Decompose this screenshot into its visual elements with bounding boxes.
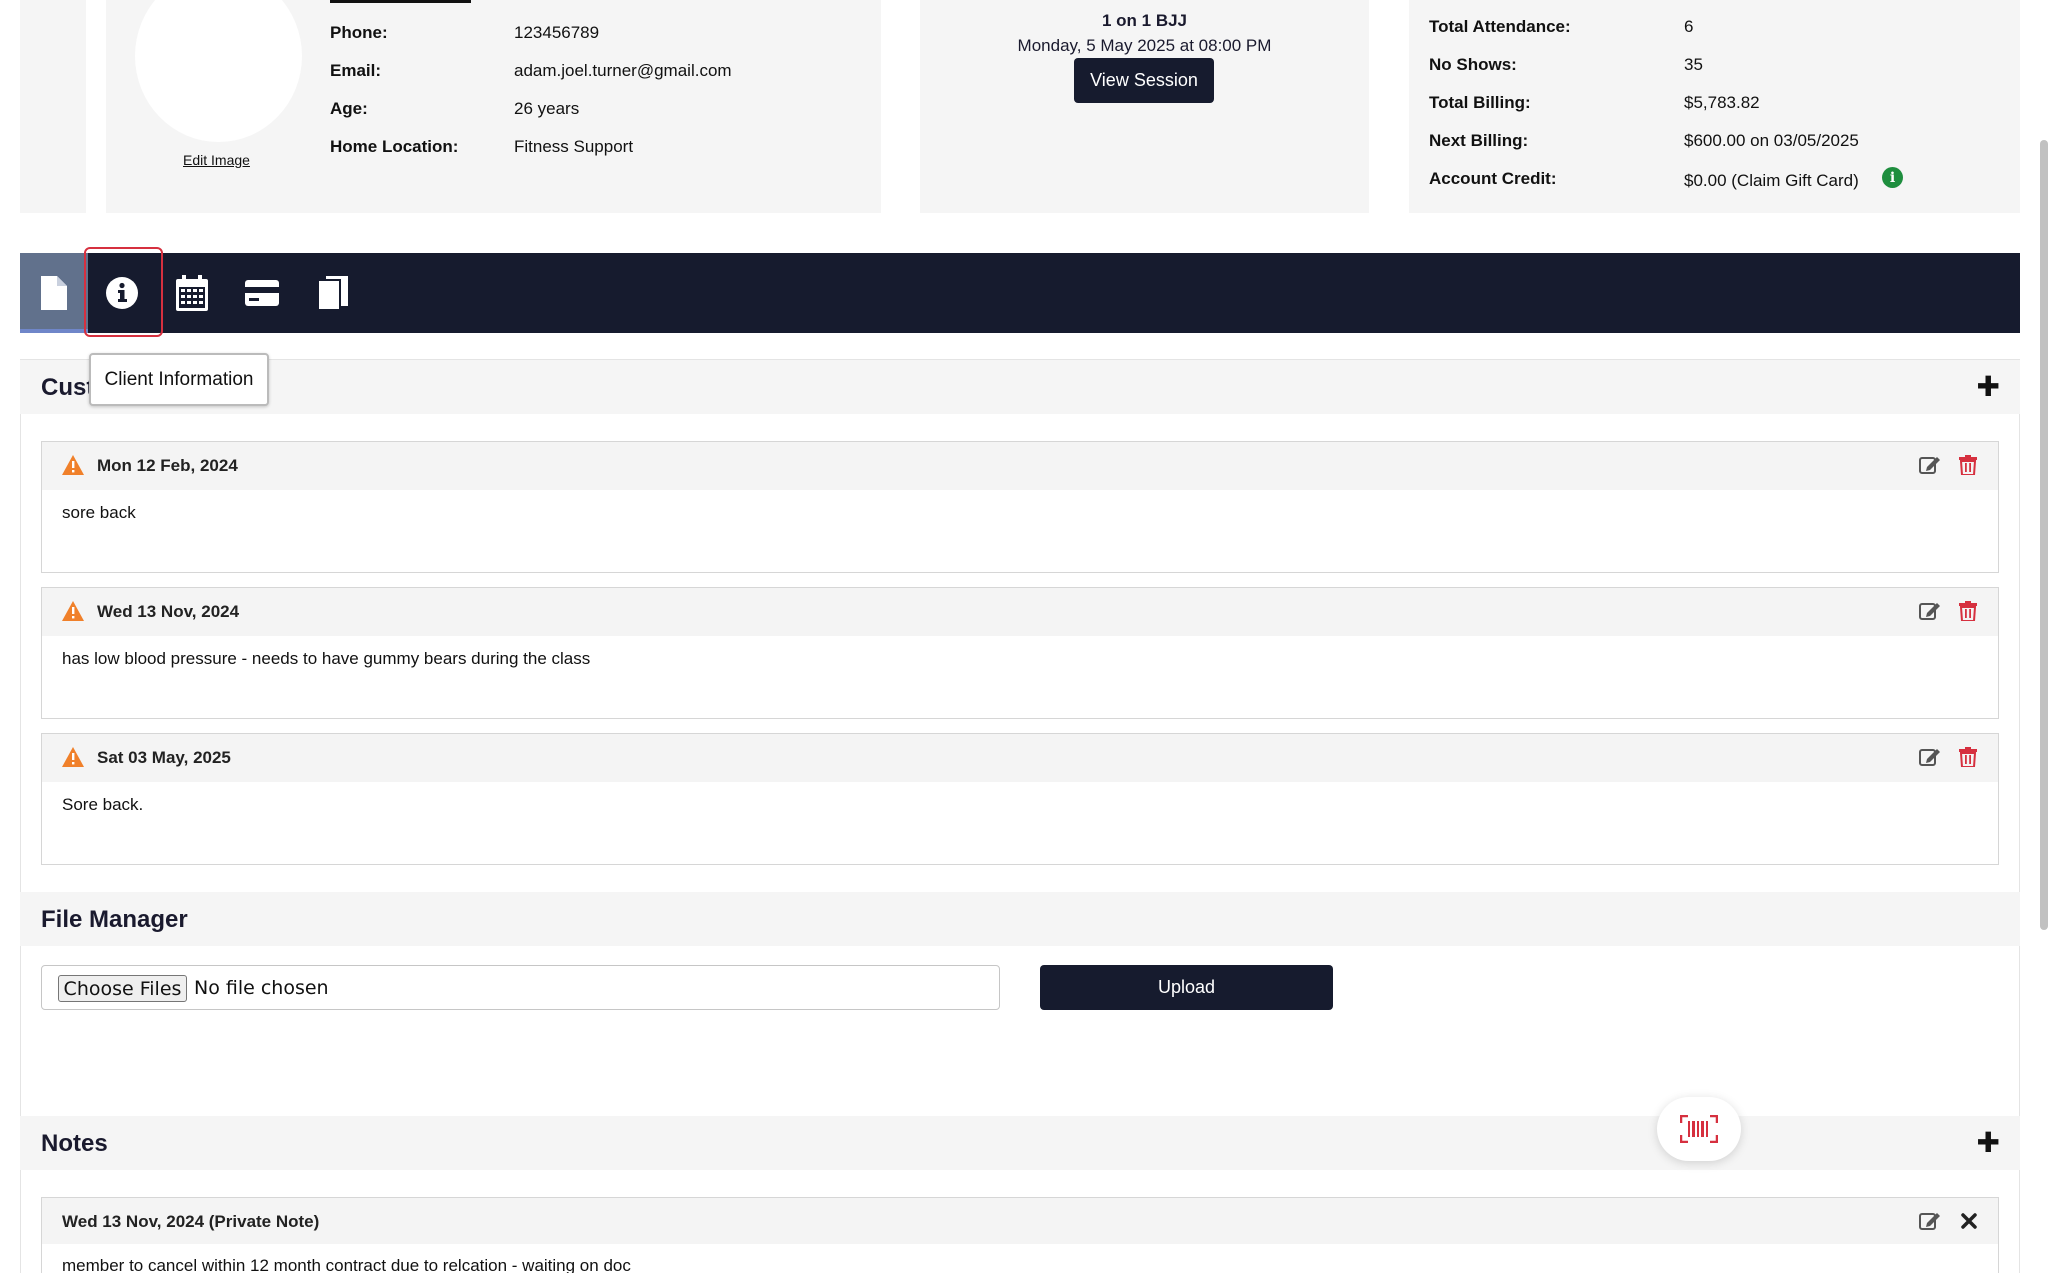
- upload-button[interactable]: Upload: [1040, 965, 1333, 1010]
- home-location-value: Fitness Support: [514, 137, 634, 156]
- next-billing-value: $600.00 on 03/05/2025: [1684, 131, 1859, 150]
- note-title: Wed 13 Nov, 2024 (Private Note): [62, 1212, 320, 1231]
- credit-card-icon: [245, 280, 279, 306]
- custom-note-header: Wed 13 Nov, 2024: [42, 588, 1998, 636]
- edit-icon[interactable]: [1919, 601, 1941, 621]
- view-session-button[interactable]: View Session: [1074, 58, 1214, 103]
- warning-icon: [62, 747, 84, 767]
- add-note-button[interactable]: ✚: [1977, 1129, 2000, 1157]
- tab-focus-highlight: [84, 247, 163, 337]
- trash-icon[interactable]: [1959, 455, 1977, 475]
- trash-icon[interactable]: [1959, 747, 1977, 767]
- note-text: member to cancel within 12 month contrac…: [62, 1256, 631, 1273]
- tab-documents[interactable]: [20, 253, 88, 333]
- note-header: Wed 13 Nov, 2024 (Private Note): [42, 1198, 1998, 1244]
- document-icon: [41, 276, 67, 310]
- custom-note-text: has low blood pressure - needs to have g…: [62, 649, 591, 668]
- account-credit-label: Account Credit:: [1429, 169, 1557, 188]
- email-label: Email:: [330, 61, 382, 80]
- client-tab-bar: [20, 253, 2020, 333]
- account-credit-value[interactable]: $0.00 (Claim Gift Card): [1684, 171, 1859, 191]
- custom-note-card: Wed 13 Nov, 2024 has low blood pressure …: [41, 587, 1999, 719]
- calendar-icon: [176, 275, 208, 311]
- choose-files-button[interactable]: Choose Files: [58, 975, 187, 1002]
- page-scrollbar[interactable]: [2040, 140, 2048, 930]
- custom-section-title: Cust: [41, 374, 95, 401]
- note-card: Wed 13 Nov, 2024 (Private Note) member t…: [41, 1197, 1999, 1273]
- warning-icon: [62, 601, 84, 621]
- total-billing-label: Total Billing:: [1429, 93, 1531, 112]
- warning-icon: [62, 455, 84, 475]
- custom-note-card: Mon 12 Feb, 2024 sore back: [41, 441, 1999, 573]
- trash-icon[interactable]: [1959, 601, 1977, 621]
- home-location-label: Home Location:: [330, 137, 459, 156]
- session-title: 1 on 1 BJJ: [1101, 11, 1188, 30]
- tab-calendar[interactable]: [158, 253, 226, 333]
- info-circle-icon[interactable]: i: [1882, 167, 1903, 188]
- client-information-tooltip: Client Information: [89, 353, 269, 406]
- custom-note-date: Mon 12 Feb, 2024: [97, 456, 238, 475]
- age-label: Age:: [330, 99, 368, 118]
- session-date: Monday, 5 May 2025 at 08:00 PM: [1017, 36, 1272, 55]
- custom-note-header: Mon 12 Feb, 2024: [42, 442, 1998, 490]
- edit-image-link[interactable]: Edit Image: [183, 152, 250, 168]
- custom-note-card: Sat 03 May, 2025 Sore back.: [41, 733, 1999, 865]
- barcode-icon: [1680, 1115, 1718, 1143]
- edit-icon[interactable]: [1919, 747, 1941, 767]
- file-status-text: No file chosen: [194, 977, 329, 999]
- edit-icon[interactable]: [1919, 1211, 1941, 1231]
- client-name-link[interactable]: [330, 0, 471, 3]
- phone-value: 123456789: [514, 23, 600, 42]
- session-panel: [920, 0, 1369, 213]
- total-billing-value: $5,783.82: [1684, 93, 1760, 112]
- total-attendance-value: 6: [1684, 17, 1694, 36]
- tab-billing[interactable]: [228, 253, 296, 333]
- left-edge-panel: [20, 0, 86, 213]
- book-icon: [318, 276, 348, 310]
- age-value: 26 years: [514, 99, 580, 118]
- close-icon[interactable]: [1961, 1213, 1977, 1229]
- file-manager-title: File Manager: [41, 906, 188, 933]
- custom-note-text: sore back: [62, 503, 136, 522]
- phone-label: Phone:: [330, 23, 388, 42]
- next-billing-label: Next Billing:: [1429, 131, 1529, 150]
- tab-book[interactable]: [299, 253, 367, 333]
- custom-note-date: Sat 03 May, 2025: [97, 748, 231, 767]
- add-custom-note-button[interactable]: ✚: [1977, 373, 2000, 401]
- custom-note-text: Sore back.: [62, 795, 144, 814]
- file-input[interactable]: Choose Files No file chosen: [41, 965, 1000, 1010]
- file-manager-header: File Manager: [20, 892, 2020, 946]
- custom-section-header: Cust ✚: [20, 360, 2020, 414]
- custom-note-date: Wed 13 Nov, 2024: [97, 602, 240, 621]
- no-shows-value: 35: [1684, 55, 1703, 74]
- total-attendance-label: Total Attendance:: [1429, 17, 1571, 36]
- barcode-scanner-button[interactable]: [1657, 1097, 1741, 1161]
- no-shows-label: No Shows:: [1429, 55, 1517, 74]
- edit-icon[interactable]: [1919, 455, 1941, 475]
- email-value: adam.joel.turner@gmail.com: [514, 61, 732, 80]
- custom-note-header: Sat 03 May, 2025: [42, 734, 1998, 782]
- notes-section-title: Notes: [41, 1130, 108, 1157]
